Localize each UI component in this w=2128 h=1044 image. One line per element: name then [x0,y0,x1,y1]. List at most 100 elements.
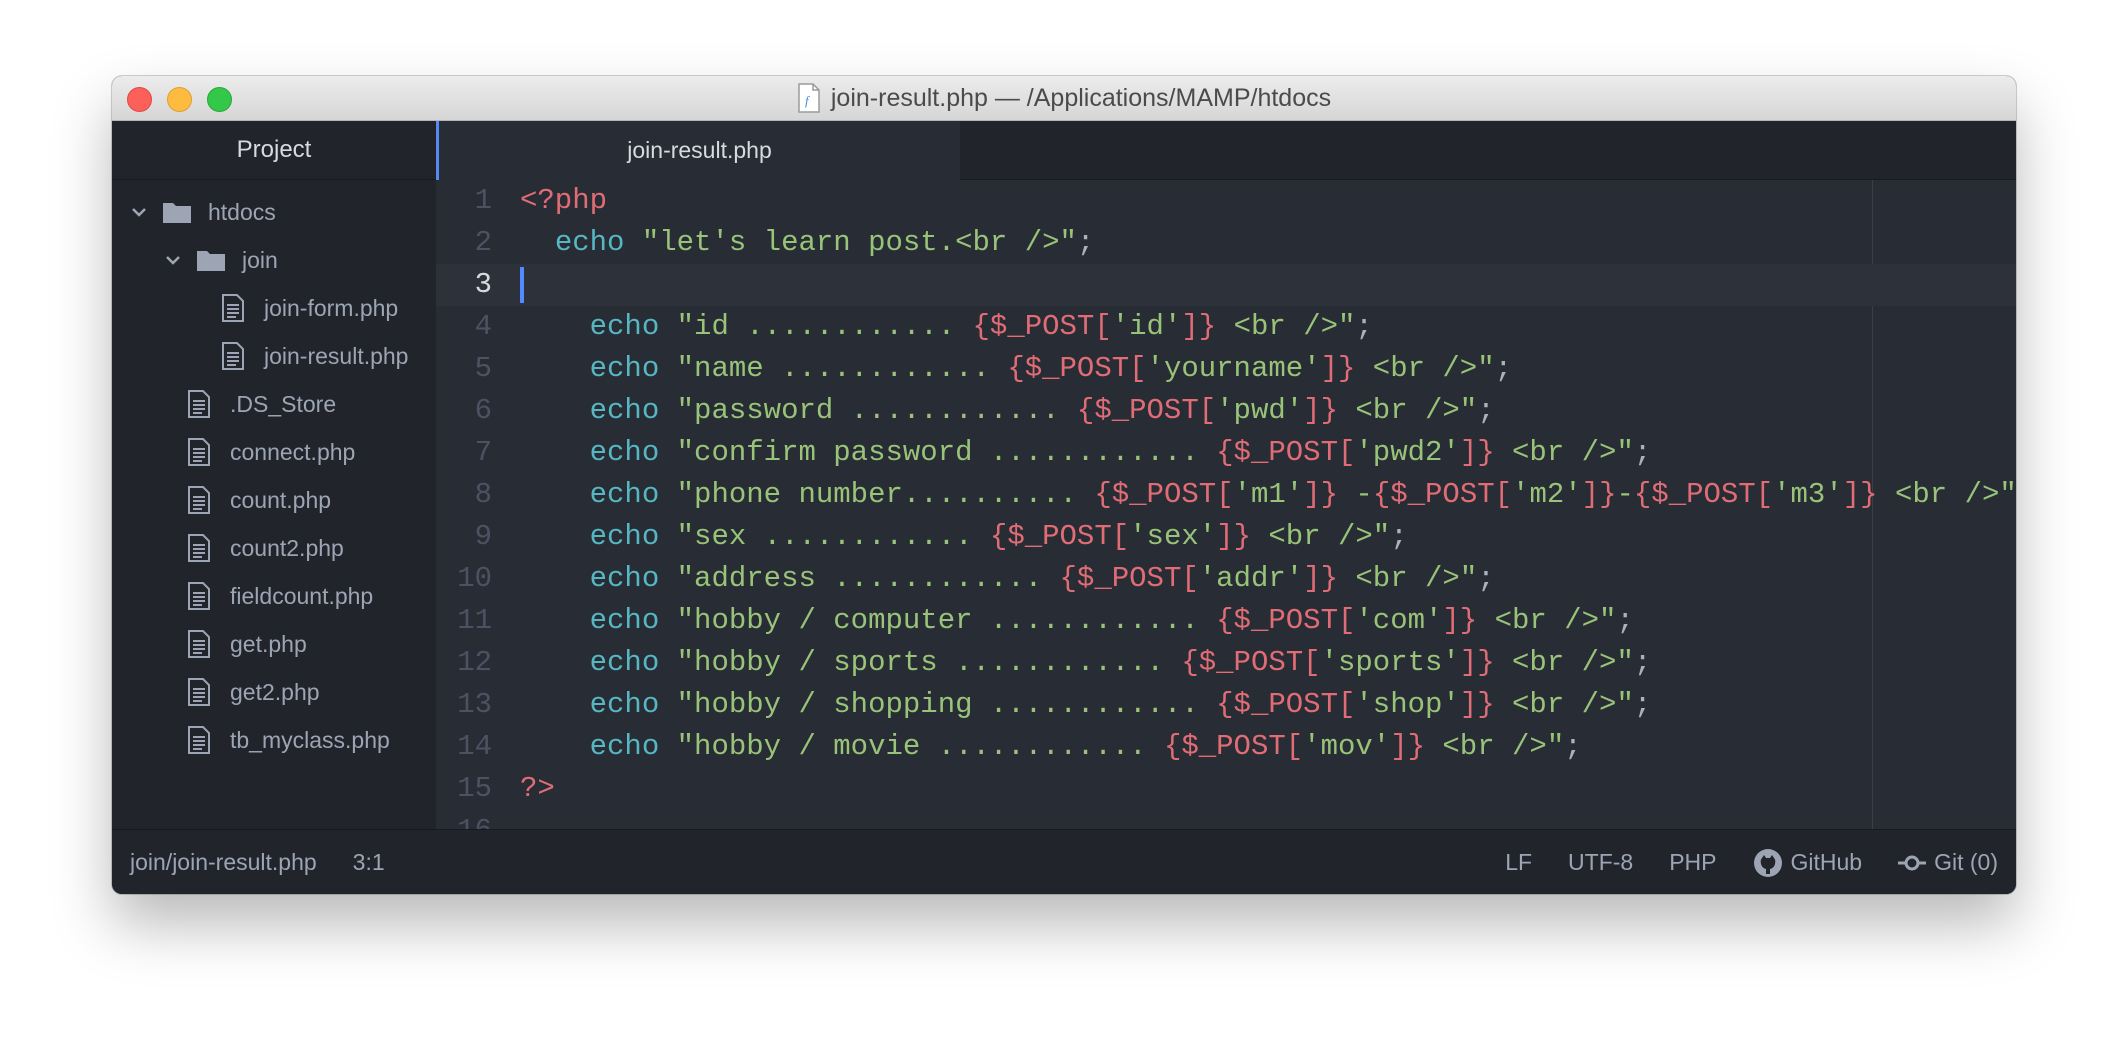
status-cursor-position[interactable]: 3:1 [353,849,385,876]
code-token: 'pwd' [1216,394,1304,427]
status-git[interactable]: Git (0) [1898,849,1998,876]
status-encoding[interactable]: UTF-8 [1568,849,1633,876]
code-token: ]} [1303,562,1338,595]
code-token: echo [589,604,660,637]
line-text: echo "address ............ {$_POST['addr… [520,558,1495,600]
status-bar: join/join-result.php 3:1 LF UTF-8 PHP Gi… [112,829,2016,894]
line-text: echo "sex ............ {$_POST['sex']} <… [520,516,1408,558]
file-text-icon [188,582,210,610]
code-token: {$_POST[ [1216,436,1356,469]
line-number: 14 [457,730,492,763]
tree-item-label: join-form.php [264,294,399,321]
file-text-icon [188,630,210,658]
code-token: {$_POST[ [1007,352,1147,385]
tree-item-label: get2.php [230,678,320,705]
tree-file[interactable]: tb_myclass.php [112,716,436,764]
code-token: 'id' [1111,310,1182,343]
code-line: 10 echo "address ............ {$_POST['a… [436,558,2016,600]
code-token: {$_POST[ [1059,562,1199,595]
code-token: "sex ............ [676,520,990,553]
code-token: 'com' [1355,604,1443,637]
code-token: <br />" [1355,352,1495,385]
code-token: "address ............ [676,562,1060,595]
code-line: 5 echo "name ............ {$_POST['yourn… [436,348,2016,390]
code-area[interactable]: 1 <?php 2 echo "let's learn post.<br />"; 3… [436,180,2016,829]
code-token: 'm2' [1512,478,1582,511]
code-token: echo [589,520,660,553]
text-cursor [520,267,524,303]
line-text: ?> [520,768,555,810]
tree-folder[interactable]: htdocs [112,188,436,236]
tree-file[interactable]: get.php [112,620,436,668]
code-token: echo [589,730,660,763]
tree-file[interactable]: connect.php [112,428,436,476]
chevron-down-icon[interactable] [164,251,182,269]
file-text-icon [188,678,210,706]
title-bar: f join-result.php — /Applications/MAMP/h… [112,76,2016,121]
tree-file[interactable]: get2.php [112,668,436,716]
code-token: - [1616,478,1634,511]
code-token: 'yourname' [1146,352,1321,385]
tree-item-label: htdocs [208,198,276,225]
line-number: 13 [457,688,492,721]
line-text: echo "confirm password ............ {$_P… [520,432,1652,474]
code-line: 6 echo "password ............ {$_POST['p… [436,390,2016,432]
code-token: {$_POST[ [1163,730,1304,763]
code-token: <br />" [1425,730,1565,763]
window-title-container: f join-result.php — /Applications/MAMP/h… [112,76,2016,120]
code-line: 12 echo "hobby / sports ............ {$_… [436,642,2016,684]
code-token: <br />" [1494,688,1634,721]
code-token: 'pwd2' [1355,436,1460,469]
code-token: echo [589,394,660,427]
code-token: <br />" [1337,394,1478,427]
code-token: ; [1477,394,1495,427]
code-token: echo [554,226,625,259]
code-line: 1 <?php [436,180,2016,222]
status-grammar[interactable]: PHP [1669,849,1716,876]
code-token: <br />" [1877,478,2016,511]
line-text: echo "name ............ {$_POST['yournam… [520,348,1512,390]
code-token: {$_POST[ [1216,688,1356,721]
line-number: 9 [474,520,492,553]
code-token: ; [1076,226,1095,259]
tree-file[interactable]: fieldcount.php [112,572,436,620]
code-token: {$_POST[ [1372,478,1513,511]
file-text-icon [222,342,244,370]
line-number: 3 [474,268,492,301]
status-line-ending[interactable]: LF [1505,849,1532,876]
tree-file[interactable]: join-form.php [112,284,436,332]
code-token: ]} [1216,520,1251,553]
file-text-icon [188,726,210,754]
tree-file[interactable]: count.php [112,476,436,524]
tree-folder[interactable]: join [112,236,436,284]
code-token: ]} [1459,436,1495,469]
tree-file[interactable]: count2.php [112,524,436,572]
file-text-icon [222,294,244,322]
tree-file[interactable]: .DS_Store [112,380,436,428]
code-token: {$_POST[ [1633,478,1774,511]
code-token: - [1338,478,1373,511]
project-tab[interactable]: Project [112,121,436,180]
code-line: 8 echo "phone number.......... {$_POST['… [436,474,2016,516]
chevron-down-icon[interactable] [130,203,148,221]
code-token: "hobby / computer ............ [676,604,1217,637]
status-file-path[interactable]: join/join-result.php [130,849,317,876]
tab-join-result[interactable]: join-result.php [436,121,960,180]
code-token: echo [589,310,660,343]
status-github[interactable]: GitHub [1753,848,1862,878]
tree-file[interactable]: join-result.php [112,332,436,380]
code-token: ]} [1303,478,1338,511]
code-lines: 1 <?php 2 echo "let's learn post.<br />"; 3… [436,180,2016,829]
line-text: echo "phone number.......... {$_POST['m1… [520,474,2016,516]
code-token: {$_POST[ [1076,394,1217,427]
